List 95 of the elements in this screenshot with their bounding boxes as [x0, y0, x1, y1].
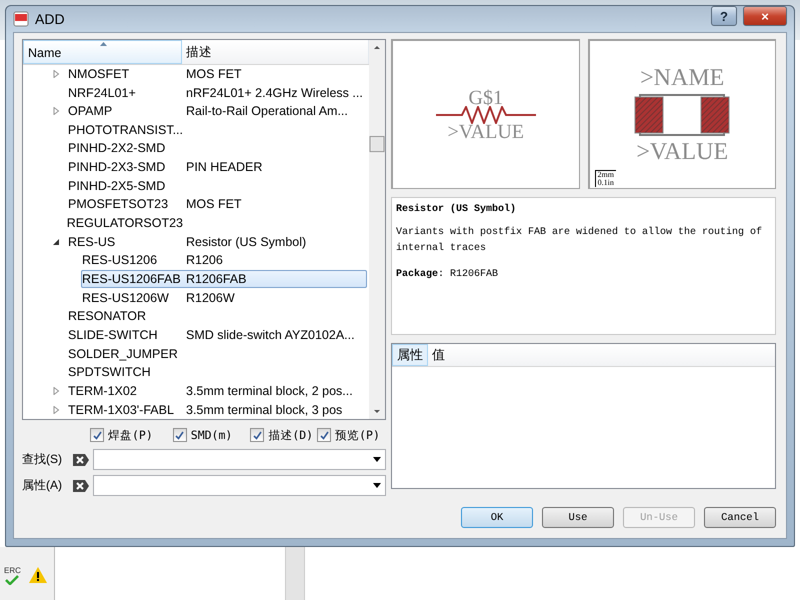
part-name: NMOSFET: [68, 66, 130, 81]
part-description: 3.5mm terminal block, 2 pos...: [185, 384, 354, 398]
part-name: RES-US: [68, 234, 116, 249]
check-icon: [320, 430, 329, 440]
filter-checkbox[interactable]: 焊盘(P): [90, 426, 153, 444]
dialog-button[interactable]: OK: [461, 507, 533, 528]
tree-row[interactable]: PINHD-2X5-SMD: [23, 176, 367, 196]
symbol-value-label: >VALUE: [448, 122, 524, 142]
scrollbar[interactable]: [369, 40, 385, 419]
tree-row[interactable]: PINHD-2X2-SMD: [23, 139, 367, 158]
collapsed-icon[interactable]: [52, 387, 60, 395]
part-name: PINHD-2X3-SMD: [68, 160, 166, 174]
tree-row[interactable]: TERM-1X03'-FABL 3.5mm terminal block, 3 pos: [23, 400, 367, 419]
collapsed-icon[interactable]: [52, 70, 60, 78]
tree-row[interactable]: SOLDER_JUMPER: [23, 344, 367, 364]
package-name-label: >NAME: [640, 66, 724, 90]
tree-row[interactable]: NMOSFET MOS FET: [23, 64, 367, 84]
dialog-button[interactable]: Use: [542, 507, 614, 528]
filter-checkbox[interactable]: SMD(m): [172, 426, 232, 444]
part-name: SPDTSWITCH: [68, 365, 151, 380]
help-button[interactable]: ?: [711, 6, 737, 26]
tree-row[interactable]: RESONATOR: [23, 307, 367, 326]
part-name: PINHD-2X2-SMD: [68, 141, 166, 156]
column-header[interactable]: 属性: [392, 344, 428, 366]
background-panel: [285, 547, 305, 600]
tree-row[interactable]: SLIDE-SWITCH SMD slide-switch AYZ0102A...: [23, 326, 367, 344]
warning-icon[interactable]: [28, 567, 47, 583]
part-description: PIN HEADER: [185, 160, 264, 174]
column-header[interactable]: 值: [428, 344, 449, 366]
filter-checkbox[interactable]: 预览(P): [317, 426, 380, 444]
tree-row[interactable]: SPDTSWITCH: [23, 363, 367, 382]
part-name: RES-US1206: [82, 253, 158, 268]
tree-row[interactable]: RES-US Resistor (US Symbol): [23, 232, 367, 252]
part-description: SMD slide-switch AYZ0102A...: [185, 328, 356, 342]
part-name: REGULATORSOT23: [66, 216, 183, 230]
sort-icon: [100, 42, 107, 46]
dropdown-icon: [373, 483, 381, 488]
field-label: 属性(A): [22, 477, 63, 494]
description-title: Resistor (US Symbol): [396, 204, 518, 215]
package-value-label: >VALUE: [636, 140, 728, 164]
collapsed-icon[interactable]: [52, 107, 60, 116]
package-info: Package: R1206FAB: [396, 268, 500, 282]
tree-row[interactable]: RES-US1206 R1206: [81, 251, 367, 270]
clear-icon[interactable]: [73, 478, 89, 492]
part-description: R1206: [185, 253, 224, 268]
tree-row[interactable]: PMOSFETSOT23 MOS FET: [23, 195, 367, 214]
schematic-app-icon: [13, 11, 29, 27]
part-name: OPAMP: [68, 104, 112, 118]
part-description: 3.5mm terminal block, 3 pos: [185, 402, 344, 417]
part-name: RES-US1206FAB: [82, 272, 181, 286]
filter-checkbox[interactable]: 描述(D): [250, 426, 314, 444]
part-description: Resistor (US Symbol): [185, 234, 308, 249]
tree-row[interactable]: OPAMP Rail-to-Rail Operational Am...: [23, 102, 367, 120]
part-name: SLIDE-SWITCH: [68, 328, 158, 342]
window-title: ADD: [35, 11, 66, 27]
part-description: R1206W: [185, 290, 236, 305]
resistor-symbol-icon: [436, 106, 536, 124]
part-name: NRF24L01+: [68, 86, 136, 100]
part-name: PHOTOTRANSIST...: [68, 122, 183, 137]
check-icon: [175, 430, 184, 440]
expanded-icon[interactable]: [52, 238, 60, 246]
tree-row[interactable]: PINHD-2X3-SMD PIN HEADER: [23, 158, 367, 176]
part-name: SOLDER_JUMPER: [68, 346, 178, 361]
part-name: TERM-1X03'-FABL: [68, 402, 174, 417]
scale-bar: 2mm 0.1in: [594, 170, 616, 187]
clear-icon[interactable]: [73, 452, 89, 466]
description-text: Variants with postfix FAB are widened to allow the routing of internal traces: [396, 226, 764, 256]
close-button[interactable]: ×: [743, 6, 787, 26]
tree-row[interactable]: RES-US1206FAB R1206FAB: [81, 270, 367, 288]
part-description: MOS FET: [185, 197, 243, 212]
column-header[interactable]: Name: [23, 40, 182, 64]
part-description: Rail-to-Rail Operational Am...: [185, 104, 349, 118]
tree-row[interactable]: RES-US1206W R1206W: [81, 288, 367, 308]
part-description: R1206FAB: [185, 272, 248, 286]
field-label: 查找(S): [22, 451, 63, 468]
collapsed-icon[interactable]: [52, 406, 60, 414]
part-name: PMOSFETSOT23: [68, 197, 168, 212]
tree-row[interactable]: NRF24L01+ nRF24L01+ 2.4GHz Wireless ...: [23, 83, 367, 102]
tree-row[interactable]: PHOTOTRANSIST...: [23, 120, 367, 140]
check-icon: [92, 430, 102, 440]
part-name: RESONATOR: [68, 309, 146, 324]
part-name: PINHD-2X5-SMD: [68, 178, 166, 193]
part-name: TERM-1X02: [68, 384, 137, 398]
dropdown-icon: [373, 457, 381, 462]
dialog-button[interactable]: Cancel: [704, 507, 776, 528]
column-header[interactable]: 描述: [182, 40, 369, 64]
check-icon: [252, 430, 262, 440]
combo-field[interactable]: [93, 449, 386, 470]
part-name: RES-US1206W: [82, 290, 169, 305]
symbol-name-label: G$1: [468, 88, 503, 108]
combo-field[interactable]: [93, 475, 386, 496]
part-description: nRF24L01+ 2.4GHz Wireless ...: [185, 86, 364, 100]
tree-row[interactable]: TERM-1X02 3.5mm terminal block, 2 pos...: [23, 382, 367, 400]
part-description: MOS FET: [185, 66, 243, 81]
tree-row[interactable]: REGULATORSOT23: [23, 214, 367, 232]
